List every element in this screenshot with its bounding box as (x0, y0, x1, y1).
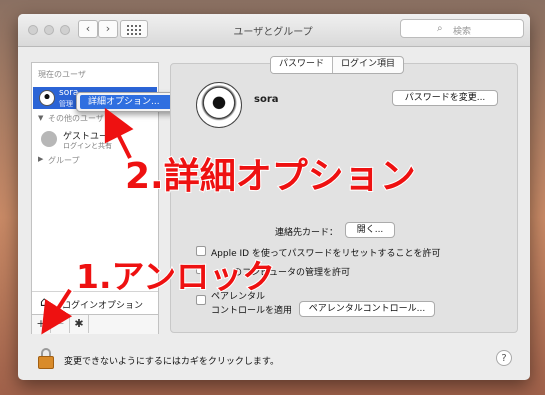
lock-hint-text: 変更できないようにするにはカギをクリックします。 (64, 357, 280, 367)
tab-login-items[interactable]: ログイン項目 (332, 57, 403, 73)
parental-label-line2: コントロールを適用 (211, 306, 293, 316)
change-password-button[interactable]: パスワードを変更... (392, 90, 498, 106)
user-full-name: sora (254, 94, 279, 105)
search-field[interactable]: ⌕ 検索 (400, 19, 524, 38)
minimize-window-button[interactable] (44, 25, 54, 35)
contact-card-label: 連絡先カード： (275, 228, 339, 238)
search-placeholder: 検索 (453, 27, 472, 37)
zoom-window-button[interactable] (60, 25, 70, 35)
close-window-button[interactable] (28, 25, 38, 35)
show-all-grid-button[interactable] (120, 20, 148, 38)
user-role: 管理 (59, 100, 73, 108)
tab-password[interactable]: パスワード (271, 57, 333, 73)
remove-user-button[interactable]: − (51, 315, 70, 333)
parental-controls-button[interactable]: ペアレンタルコントロール... (299, 301, 435, 317)
search-icon: ⌕ (437, 23, 443, 34)
forward-button[interactable]: › (98, 20, 118, 38)
window-title: ユーザとグループ (233, 27, 313, 38)
disclosure-triangle-closed-icon[interactable]: ▶ (38, 155, 43, 163)
lock-icon[interactable] (38, 348, 56, 370)
guest-avatar-icon (41, 131, 57, 147)
user-picture-soccer-ball[interactable] (196, 82, 242, 128)
advanced-options-menu-item[interactable]: 詳細オプション... (80, 95, 182, 109)
title-bar: ‹ › ユーザとグループ ⌕ 検索 (18, 14, 530, 47)
house-icon: ⌂ (40, 295, 49, 310)
current-users-heading: 現在のユーザ (38, 70, 86, 79)
other-users-heading: その他のユーザ (48, 114, 104, 123)
soccer-ball-avatar (39, 90, 55, 106)
back-button[interactable]: ‹ (78, 20, 98, 38)
disclosure-triangle-open-icon[interactable]: ▼ (38, 114, 43, 122)
add-user-button[interactable]: + (32, 315, 51, 333)
step2-annotation: 2.詳細オプション (124, 155, 417, 198)
step1-annotation: 1.アンロック (75, 256, 276, 297)
login-options-label: ログインオプション (62, 301, 144, 311)
sidebar-button-bar: + − ✱ (32, 314, 158, 334)
open-contact-button[interactable]: 開く... (345, 222, 395, 238)
help-button[interactable]: ? (496, 350, 512, 366)
groups-heading: グループ (48, 156, 80, 165)
tab-bar: パスワード ログイン項目 (270, 56, 405, 74)
gear-icon[interactable]: ✱ (70, 315, 89, 333)
guest-subtitle: ログインと共有 (63, 142, 112, 150)
